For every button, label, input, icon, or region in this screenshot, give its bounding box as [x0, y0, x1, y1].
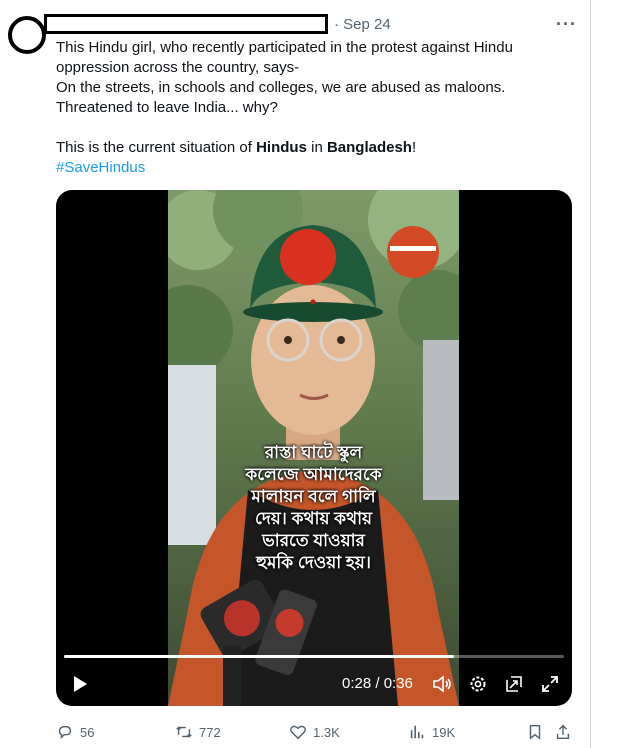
- like-count: 1.3K: [313, 724, 340, 740]
- gear-icon[interactable]: [468, 674, 488, 694]
- reply-button[interactable]: 56: [56, 722, 94, 742]
- repost-button[interactable]: 772: [175, 722, 221, 742]
- caption-line: কলেজে আমাদেরকে: [245, 465, 382, 484]
- situation-line: This is the current situation of Hindus …: [56, 138, 576, 158]
- repost-icon: [176, 726, 192, 738]
- like-button[interactable]: 1.3K: [289, 722, 340, 742]
- avatar[interactable]: [8, 16, 46, 54]
- caption-line: দেয়। কথায় কথায়: [254, 509, 373, 528]
- play-icon[interactable]: [70, 674, 90, 694]
- heart-icon: [290, 725, 306, 740]
- video-progress-bar[interactable]: [64, 655, 564, 658]
- tweet-actions: 56 772 1.3K 19K: [56, 722, 576, 742]
- situation-middle: in: [306, 139, 327, 156]
- views-icon: [410, 725, 424, 739]
- reply-icon: [58, 725, 72, 740]
- author-name-redacted[interactable]: [44, 14, 328, 34]
- tweet-date[interactable]: · Sep 24: [334, 16, 391, 33]
- video-player[interactable]: রাস্তা ঘাটে স্কুল কলেজে আমাদেরকে মালায়ন…: [56, 190, 572, 706]
- bookmark-icon: [529, 724, 541, 740]
- situation-prefix: This is the current situation of: [56, 139, 257, 156]
- tweet-line: This Hindu girl, who recently participat…: [56, 39, 513, 56]
- caption-line: মালায়ন বলে গালি: [251, 487, 376, 506]
- bookmark-button[interactable]: [526, 722, 550, 742]
- repost-count: 772: [199, 724, 221, 740]
- views-button[interactable]: 19K: [408, 722, 455, 742]
- situation-suffix: !: [411, 139, 417, 156]
- video-caption: রাস্তা ঘাটে স্কুল কলেজে আমাদেরকে মালায়ন…: [206, 442, 421, 574]
- fullscreen-icon[interactable]: [540, 674, 560, 694]
- tweet-line: Threatened to leave India... why?: [56, 99, 278, 116]
- tweet-line: oppression across the country, says-: [56, 59, 300, 76]
- caption-line: রাস্তা ঘাটে স্কুল: [264, 443, 363, 462]
- reply-count: 56: [80, 724, 95, 740]
- views-count: 19K: [432, 724, 456, 740]
- caption-line: হুমকি দেওয়া হয়।: [256, 553, 371, 572]
- volume-icon[interactable]: [432, 674, 452, 694]
- tweet-card[interactable]: · Sep 24 ··· This Hindu girl, who recent…: [0, 0, 591, 748]
- tweet-line: On the streets, in schools and colleges,…: [56, 79, 506, 96]
- share-icon: [556, 724, 570, 740]
- video-time: 0:28 / 0:36: [342, 675, 413, 692]
- situation-bold-bangladesh: Bangladesh: [326, 139, 412, 156]
- caption-line: ভারতে যাওয়ার: [262, 531, 365, 550]
- tweet-text: This Hindu girl, who recently participat…: [56, 38, 576, 178]
- picture-in-picture-icon[interactable]: [504, 674, 524, 694]
- share-button[interactable]: [554, 722, 578, 742]
- video-progress-fill: [64, 655, 454, 658]
- more-options-button[interactable]: ···: [556, 14, 577, 35]
- situation-bold-hindus: Hindus: [256, 139, 307, 156]
- hashtag-link[interactable]: #SaveHindus: [56, 159, 145, 176]
